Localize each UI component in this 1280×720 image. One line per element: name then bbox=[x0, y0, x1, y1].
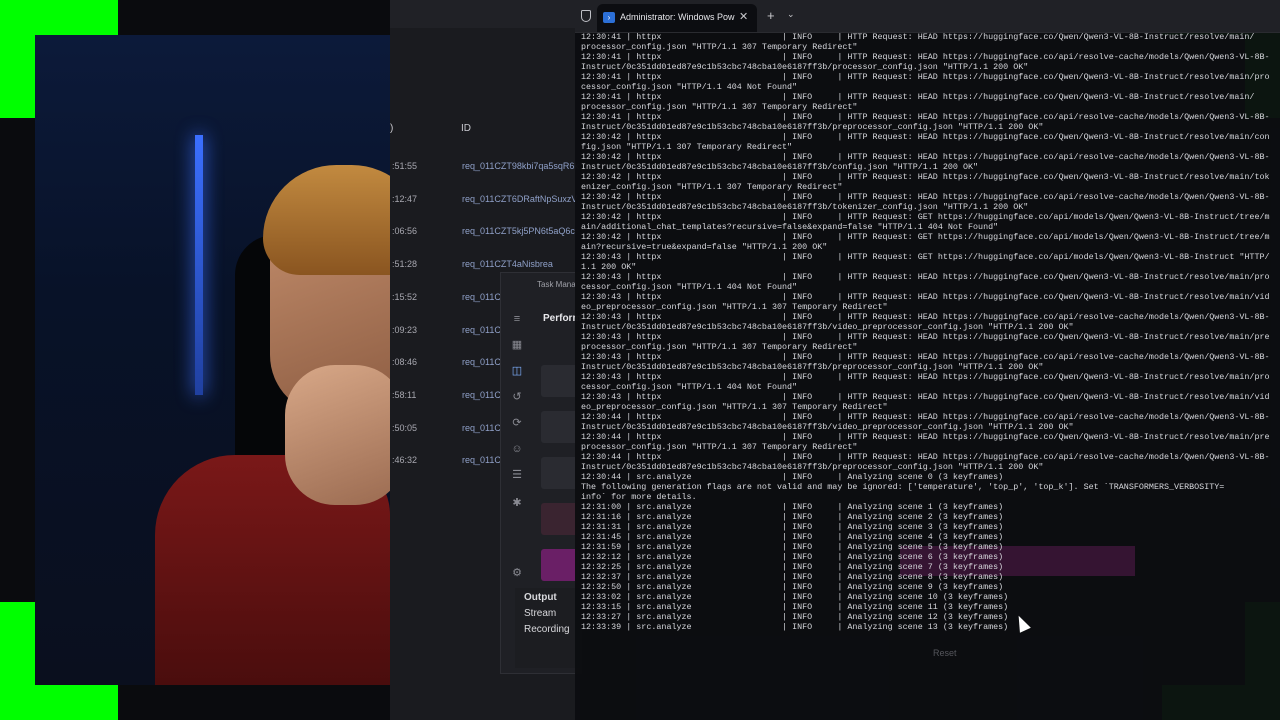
row-time: :12:47 bbox=[392, 193, 418, 204]
row-time: :06:56 bbox=[392, 226, 418, 237]
services-icon[interactable]: ✱ bbox=[511, 497, 523, 509]
reset-button[interactable]: Reset bbox=[933, 648, 957, 658]
person-hand bbox=[285, 365, 390, 505]
terminal-tab[interactable]: › Administrator: Windows Pow ✕ bbox=[597, 4, 757, 32]
processes-icon[interactable]: ▦ bbox=[511, 339, 523, 351]
row-request-id[interactable]: req_011C bbox=[462, 390, 501, 400]
terminal-output[interactable]: 12:30:41 | httpx | INFO | HTTP Request: … bbox=[581, 32, 1276, 632]
app-history-icon[interactable]: ↺ bbox=[511, 391, 523, 403]
stream-item[interactable]: Stream bbox=[524, 608, 556, 619]
column-header-id[interactable]: ID bbox=[461, 123, 471, 134]
green-screen-left-bottom bbox=[0, 602, 35, 720]
network-tile[interactable] bbox=[541, 503, 579, 535]
task-manager-title: Task Mana bbox=[537, 280, 576, 289]
row-time: :08:46 bbox=[392, 357, 418, 368]
performance-icon[interactable]: ◫ bbox=[511, 365, 523, 377]
memory-tile[interactable] bbox=[541, 411, 579, 443]
row-time: :51:28 bbox=[392, 259, 418, 270]
row-request-id[interactable]: req_011C bbox=[462, 455, 501, 465]
output-heading: Output bbox=[524, 592, 557, 603]
menu-icon[interactable]: ≡ bbox=[511, 313, 523, 325]
bg-app-titlebar bbox=[390, 0, 580, 28]
row-request-id[interactable]: req_011CZT4aNisbrea bbox=[462, 259, 553, 269]
recording-item[interactable]: Recording bbox=[524, 624, 570, 635]
row-request-id[interactable]: req_011CZT6DRaftNpSuxzV bbox=[462, 194, 577, 204]
row-time: :15:52 bbox=[392, 291, 418, 302]
row-time: :50:05 bbox=[392, 422, 418, 433]
row-time: :58:11 bbox=[392, 389, 417, 400]
webcam-feed bbox=[35, 35, 390, 685]
row-time: :51:55 bbox=[392, 161, 418, 171]
tab-title: Administrator: Windows Pow bbox=[620, 12, 735, 22]
new-tab-icon[interactable]: + bbox=[767, 8, 775, 23]
powershell-terminal[interactable]: › Administrator: Windows Pow ✕ + ⌄ 12:30… bbox=[575, 0, 1280, 720]
column-header-time: ) bbox=[390, 123, 394, 134]
gpu-tile[interactable] bbox=[541, 549, 579, 581]
startup-icon[interactable]: ⟳ bbox=[511, 417, 523, 429]
row-request-id[interactable]: req_011C bbox=[462, 423, 501, 433]
users-icon[interactable]: ☺ bbox=[511, 443, 523, 455]
disk-tile[interactable] bbox=[541, 457, 579, 489]
settings-icon[interactable]: ⚙ bbox=[511, 567, 523, 579]
output-panel: Output Stream Recording bbox=[515, 588, 580, 668]
led-light bbox=[195, 135, 203, 395]
terminal-tab-bar: › Administrator: Windows Pow ✕ + ⌄ bbox=[575, 0, 1280, 33]
cpu-tile[interactable] bbox=[541, 365, 579, 397]
row-time: :09:23 bbox=[392, 324, 418, 335]
chevron-down-icon[interactable]: ⌄ bbox=[787, 9, 795, 20]
close-icon[interactable]: ✕ bbox=[739, 10, 748, 23]
powershell-icon: › bbox=[603, 12, 615, 23]
row-request-id[interactable]: req_011C bbox=[462, 357, 501, 367]
row-time: :46:32 bbox=[392, 455, 418, 466]
row-request-id[interactable]: req_011CZT98kbi7qa5sqR6k bbox=[462, 161, 579, 171]
shield-icon bbox=[581, 10, 591, 22]
green-screen-left-top bbox=[0, 0, 35, 118]
row-request-id[interactable]: req_011C bbox=[462, 325, 501, 335]
row-request-id[interactable]: req_011CZT5kj5PN6t5aQ6c bbox=[462, 226, 575, 236]
person-hair bbox=[263, 165, 390, 275]
details-icon[interactable]: ☰ bbox=[511, 469, 523, 481]
row-request-id[interactable]: req_011C bbox=[462, 292, 501, 302]
